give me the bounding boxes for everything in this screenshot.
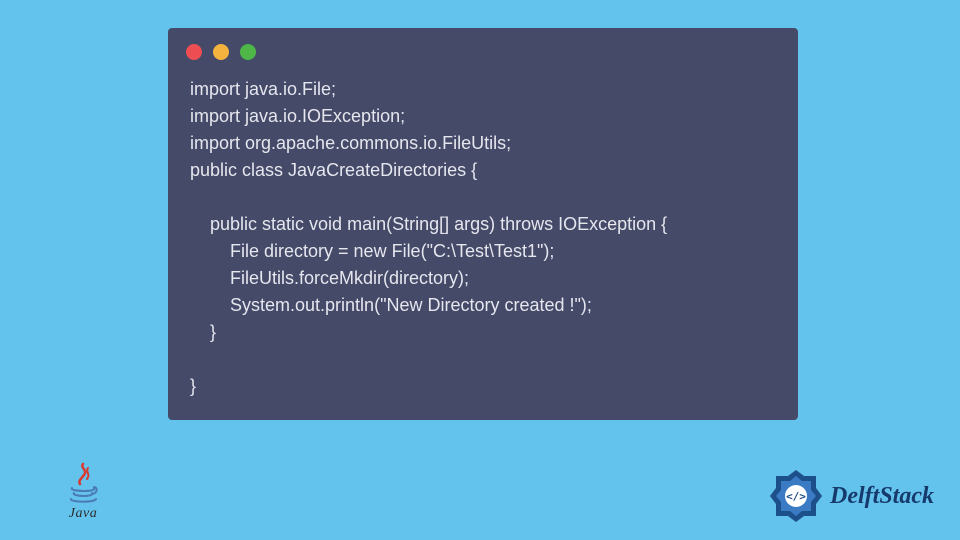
java-logo: Java — [60, 462, 106, 522]
java-logo-label: Java — [60, 506, 106, 522]
delftstack-badge-icon: </> — [768, 468, 824, 524]
minimize-icon[interactable] — [213, 44, 229, 60]
java-cup-icon — [66, 462, 100, 504]
close-icon[interactable] — [186, 44, 202, 60]
delftstack-logo-label: DelftStack — [830, 483, 934, 510]
code-window: import java.io.File; import java.io.IOEx… — [168, 28, 798, 420]
code-block: import java.io.File; import java.io.IOEx… — [168, 70, 798, 400]
svg-text:</>: </> — [786, 490, 806, 503]
window-titlebar — [168, 28, 798, 70]
delftstack-logo: </> DelftStack — [768, 468, 934, 524]
maximize-icon[interactable] — [240, 44, 256, 60]
